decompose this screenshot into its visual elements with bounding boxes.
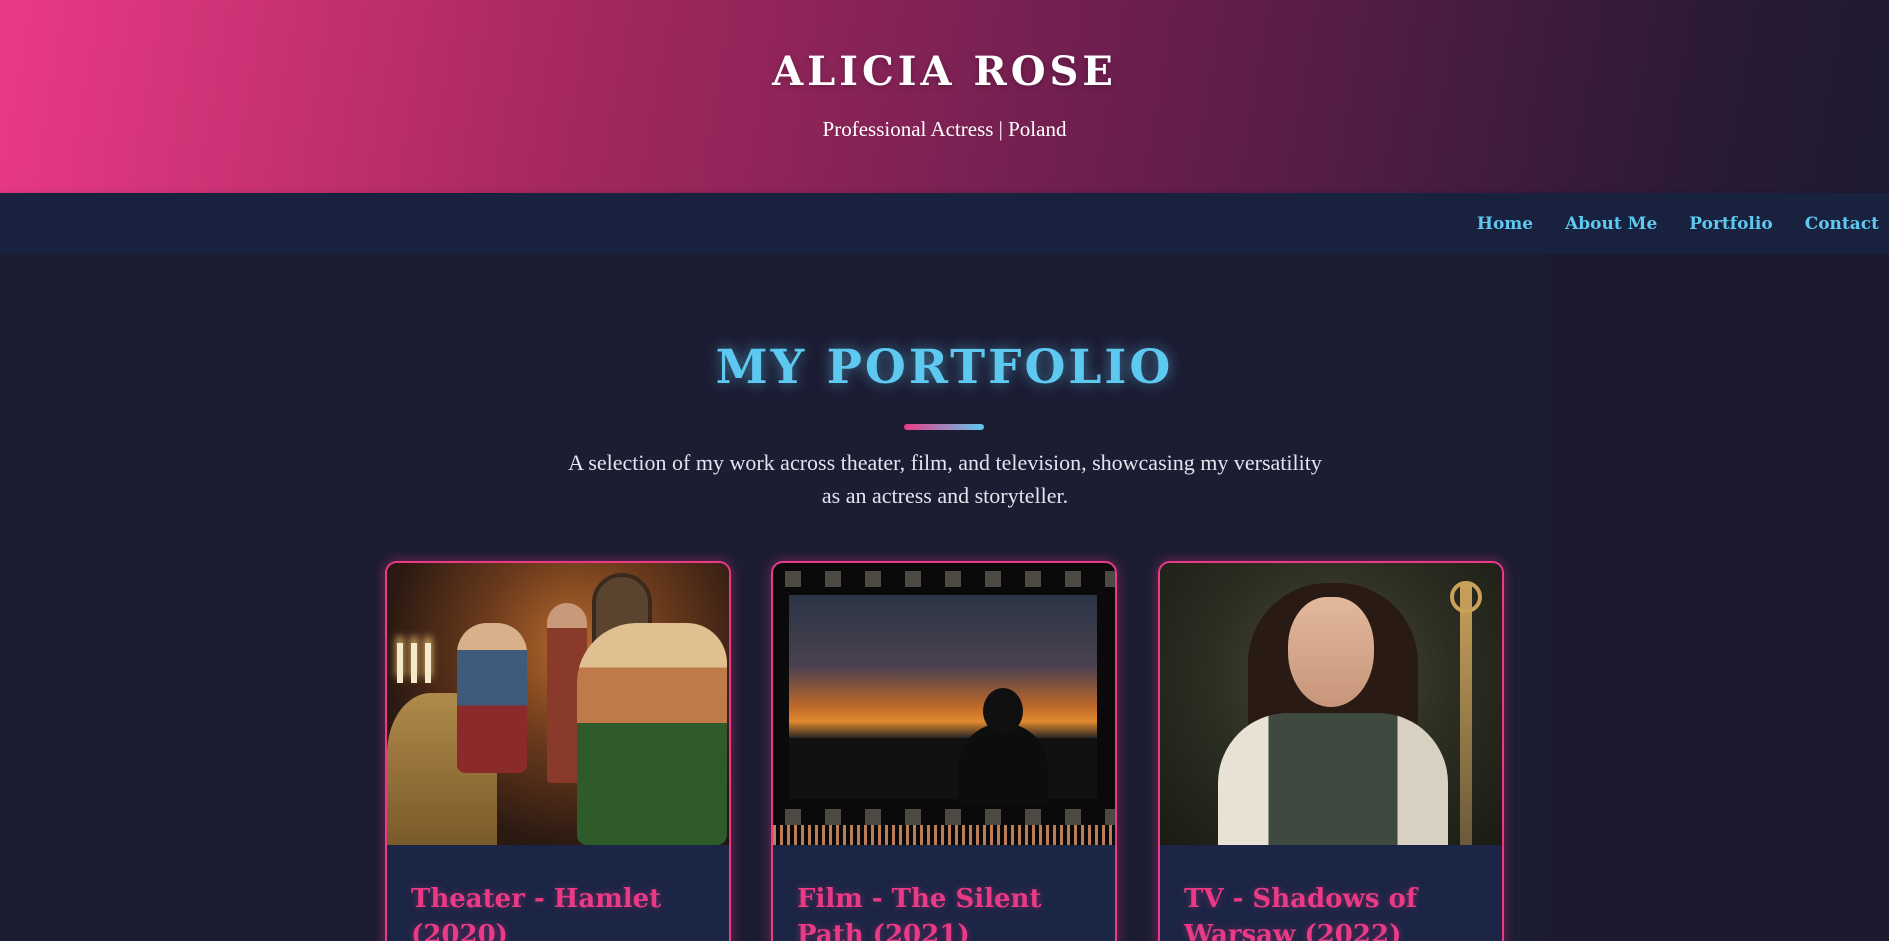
tv-shadows-of-warsaw-image: [1160, 563, 1502, 845]
city-silhouette: [789, 738, 1097, 799]
site-header: ALICIA ROSE Professional Actress | Polan…: [0, 0, 1889, 193]
image-candle: [411, 643, 417, 683]
film-sprockets: [773, 571, 1115, 587]
portfolio-card-silent-path[interactable]: Film - The Silent Path (2021): [771, 561, 1117, 941]
image-costume: [1218, 713, 1448, 845]
person-head-silhouette: [983, 688, 1023, 734]
portfolio-title: MY PORTFOLIO: [715, 340, 1174, 395]
image-sword: [1460, 583, 1472, 845]
image-candle: [425, 643, 431, 683]
site-title: ALICIA ROSE: [772, 48, 1117, 95]
nav-link-about[interactable]: About Me: [1565, 214, 1657, 234]
card-title: Film - The Silent Path (2021): [797, 884, 1042, 941]
theater-hamlet-image: [387, 563, 729, 845]
card-title: Theater - Hamlet (2020): [411, 884, 662, 941]
image-candle: [397, 643, 403, 683]
film-silent-path-image: [773, 563, 1115, 845]
main-nav: Home About Me Portfolio Contact: [0, 193, 1889, 254]
card-title: TV - Shadows of Warsaw (2022): [1184, 884, 1418, 941]
image-actor: [457, 623, 527, 773]
film-sprockets: [773, 809, 1115, 825]
image-face: [1288, 597, 1374, 707]
portfolio-card-shadows-of-warsaw[interactable]: TV - Shadows of Warsaw (2022): [1158, 561, 1504, 941]
title-divider: [904, 424, 984, 430]
film-edge-code: [773, 825, 1115, 845]
site-subtitle: Professional Actress | Poland: [822, 117, 1067, 141]
nav-links: Home About Me Portfolio Contact: [1445, 193, 1879, 254]
image-actress: [577, 623, 727, 845]
person-silhouette: [958, 723, 1048, 803]
nav-link-home[interactable]: Home: [1477, 214, 1533, 234]
image-sword-hilt: [1450, 581, 1482, 613]
nav-link-portfolio[interactable]: Portfolio: [1689, 214, 1772, 234]
portfolio-card-hamlet[interactable]: Theater - Hamlet (2020): [385, 561, 731, 941]
nav-link-contact[interactable]: Contact: [1805, 214, 1879, 234]
portfolio-description: A selection of my work across theater, f…: [568, 450, 1322, 508]
